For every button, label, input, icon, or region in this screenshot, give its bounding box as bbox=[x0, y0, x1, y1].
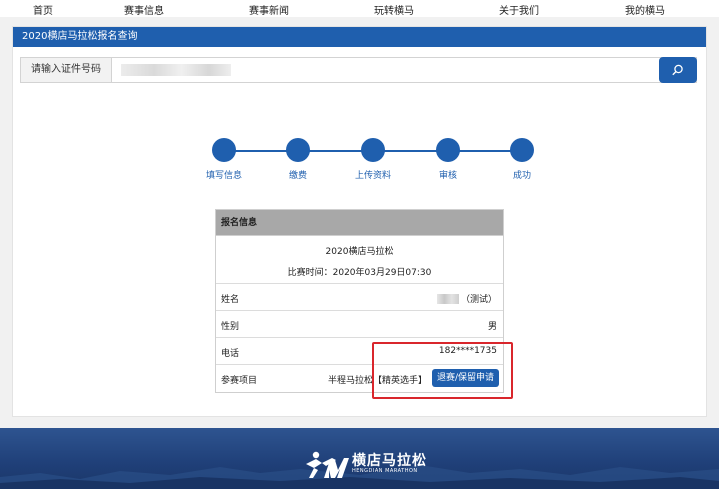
query-panel: 2020横店马拉松报名查询 请输入证件号码 填写信息 缴费 上传资料 审核 成功… bbox=[12, 26, 707, 417]
id-number-input[interactable] bbox=[121, 64, 231, 76]
step-dot bbox=[212, 138, 236, 162]
step-label: 审核 bbox=[438, 171, 457, 181]
logo-title: 横店马拉松 bbox=[352, 453, 427, 469]
table-row-gender: 性别 男 bbox=[216, 311, 503, 338]
footer-banner: 横店马拉松 HENGDIAN MARATHON bbox=[0, 428, 719, 489]
row-key: 性别 bbox=[221, 322, 240, 332]
footer-logo: 横店马拉松 HENGDIAN MARATHON bbox=[302, 448, 432, 482]
top-nav: 首页 赛事信息 赛事新闻 玩转横马 关于我们 我的横马 bbox=[0, 0, 719, 17]
nav-item-event-news[interactable]: 赛事新闻 bbox=[249, 2, 289, 17]
runner-logo-icon bbox=[306, 451, 349, 478]
nav-item-my-account[interactable]: 我的横马 bbox=[625, 2, 665, 17]
withdraw-reserve-button[interactable]: 退赛/保留申请 bbox=[431, 369, 499, 387]
step-label: 成功 bbox=[512, 171, 531, 181]
step-upload: 上传资料 bbox=[343, 138, 403, 181]
row-key: 电话 bbox=[221, 349, 240, 359]
row-value-event: 半程马拉松【精英选手】 bbox=[327, 376, 427, 386]
step-review: 审核 bbox=[418, 138, 478, 181]
step-success: 成功 bbox=[492, 138, 552, 181]
row-key: 姓名 bbox=[221, 295, 240, 305]
progress-stepper: 填写信息 缴费 上传资料 审核 成功 bbox=[202, 138, 542, 188]
search-box: 请输入证件号码 bbox=[20, 57, 697, 83]
table-row-event: 参赛项目 半程马拉松【精英选手】 退赛/保留申请 bbox=[216, 365, 503, 392]
nav-item-home[interactable]: 首页 bbox=[33, 2, 53, 17]
step-label: 缴费 bbox=[288, 171, 307, 181]
nav-item-play[interactable]: 玩转横马 bbox=[374, 2, 414, 17]
search-button[interactable] bbox=[659, 57, 697, 83]
race-name: 2020横店马拉松 bbox=[325, 247, 394, 257]
race-summary: 2020横店马拉松 比赛时间：2020年03月29日07:30 bbox=[216, 236, 503, 284]
step-dot bbox=[436, 138, 460, 162]
panel-title: 2020横店马拉松报名查询 bbox=[13, 27, 706, 47]
step-fill-info: 填写信息 bbox=[194, 138, 254, 181]
search-label: 请输入证件号码 bbox=[21, 58, 112, 82]
nav-item-about[interactable]: 关于我们 bbox=[499, 2, 539, 17]
row-value-gender: 男 bbox=[487, 322, 497, 332]
race-time: 比赛时间：2020年03月29日07:30 bbox=[287, 268, 432, 278]
nav-item-event-info[interactable]: 赛事信息 bbox=[124, 2, 164, 17]
step-payment: 缴费 bbox=[268, 138, 328, 181]
step-dot bbox=[510, 138, 534, 162]
step-dot bbox=[361, 138, 385, 162]
info-header: 报名信息 bbox=[216, 210, 503, 236]
row-value-phone: 182****1735 bbox=[438, 346, 497, 356]
logo-subtitle: HENGDIAN MARATHON bbox=[352, 468, 418, 474]
step-label: 填写信息 bbox=[205, 171, 242, 181]
row-key: 参赛项目 bbox=[221, 376, 258, 386]
redacted-name bbox=[436, 294, 459, 304]
step-dot bbox=[286, 138, 310, 162]
row-value-name: （测试） bbox=[436, 292, 497, 305]
table-row-phone: 电话 182****1735 bbox=[216, 338, 503, 365]
search-icon bbox=[672, 64, 683, 76]
table-row-name: 姓名 （测试） bbox=[216, 284, 503, 311]
step-label: 上传资料 bbox=[354, 171, 391, 181]
registration-info-table: 报名信息 2020横店马拉松 比赛时间：2020年03月29日07:30 姓名 … bbox=[215, 209, 504, 393]
name-suffix: （测试） bbox=[460, 295, 497, 305]
